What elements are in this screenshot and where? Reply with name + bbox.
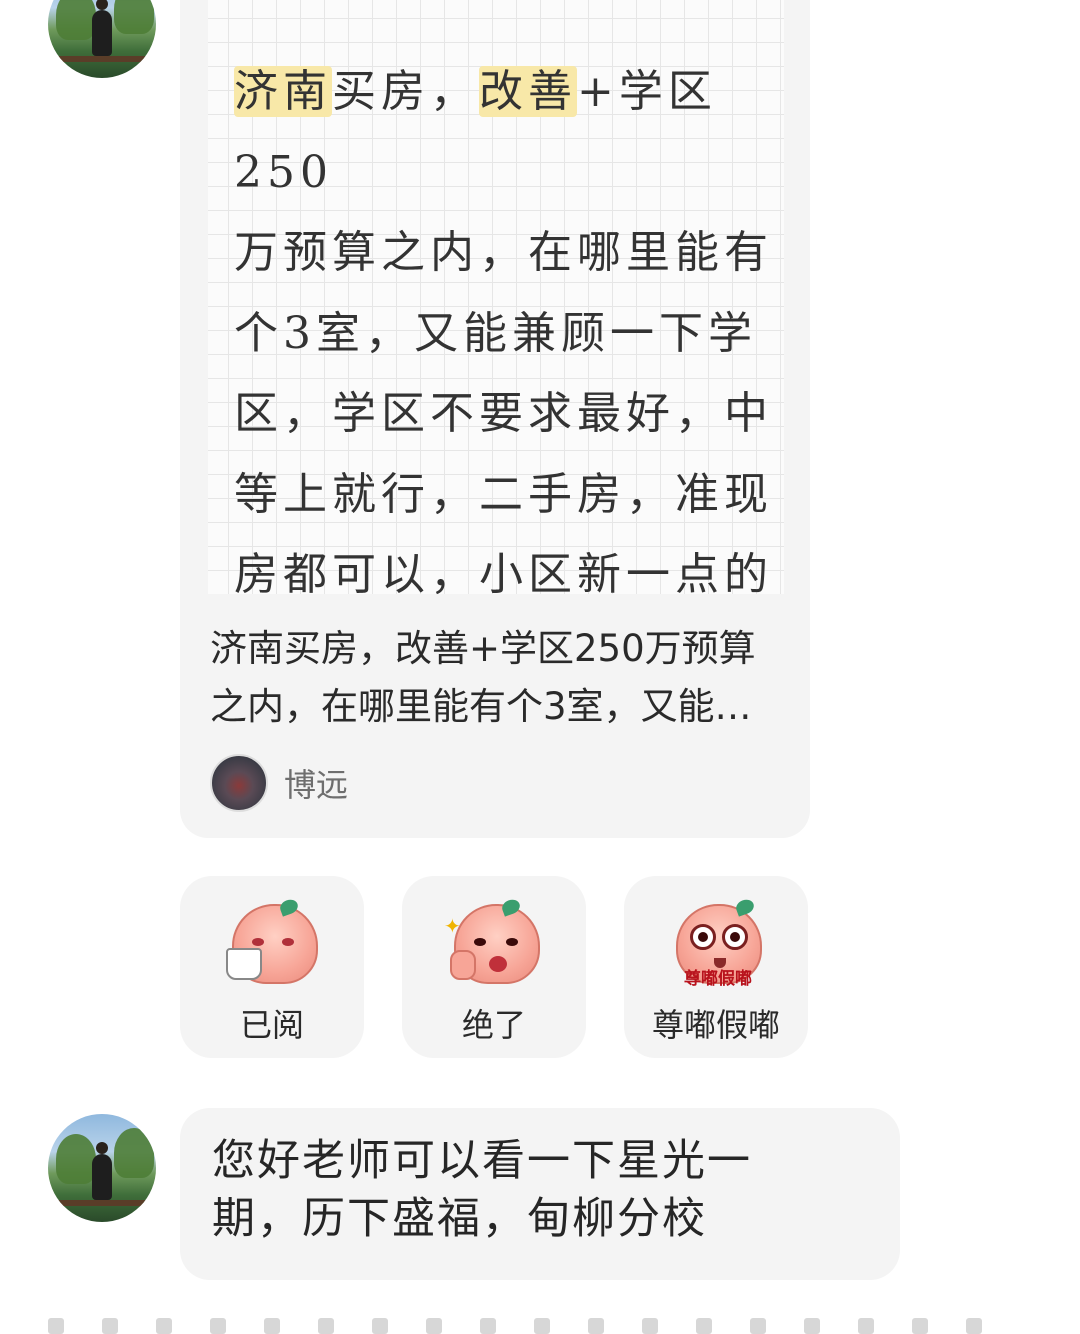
user-avatar[interactable] (48, 1114, 156, 1222)
sipping-tea-peach-icon (226, 904, 318, 984)
sticker-label: 绝了 (461, 1006, 526, 1044)
author-avatar (210, 754, 268, 812)
note-line: 房都可以，小区新一点的 (234, 549, 773, 600)
note-line: 区，学区不要求最好，中 (234, 388, 773, 439)
sticker-inner-caption: 尊嘟假嘟 (684, 969, 752, 989)
thumbs-up-peach-icon: ✦ (444, 904, 540, 984)
author-name: 博远 (284, 766, 349, 804)
sticker-label: 已阅 (239, 1006, 304, 1044)
note-image-text: 济南买房，改善+学区250 万预算之内，在哪里能有 个3室，又能兼顾一下学 区，… (234, 52, 774, 616)
sticker-reaction-zundujiadu[interactable]: 尊嘟假嘟 尊嘟假嘟 (624, 876, 808, 1058)
note-line: 万预算之内，在哪里能有 (234, 227, 773, 278)
note-line: 济南买房，改善+学区250 (234, 66, 717, 198)
sticker-label: 尊嘟假嘟 (651, 1006, 780, 1044)
message-bubble[interactable]: 您好老师可以看一下星光一期，历下盛福，甸柳分校 (180, 1108, 900, 1280)
shared-post-card[interactable]: 济南买房，改善+学区250 万预算之内，在哪里能有 个3室，又能兼顾一下学 区，… (180, 0, 810, 838)
note-line: 等上就行，二手房，准现 (234, 468, 773, 520)
truncated-next-message (48, 1318, 1048, 1334)
post-title: 济南买房，改善+学区250万预算之内，在哪里能有个3室，又能兼顾一下学区，学区不… (210, 627, 756, 728)
note-image: 济南买房，改善+学区250 万预算之内，在哪里能有 个3室，又能兼顾一下学 区，… (208, 0, 784, 600)
user-avatar[interactable] (48, 0, 156, 78)
sticker-reaction-yiyue[interactable]: 已阅 (180, 876, 364, 1058)
sticker-reaction-juele[interactable]: ✦ 绝了 (402, 876, 586, 1058)
message-text: 您好老师可以看一下星光一期，历下盛福，甸柳分校 (212, 1136, 752, 1244)
note-line: 个3室，又能兼顾一下学 (234, 307, 757, 359)
